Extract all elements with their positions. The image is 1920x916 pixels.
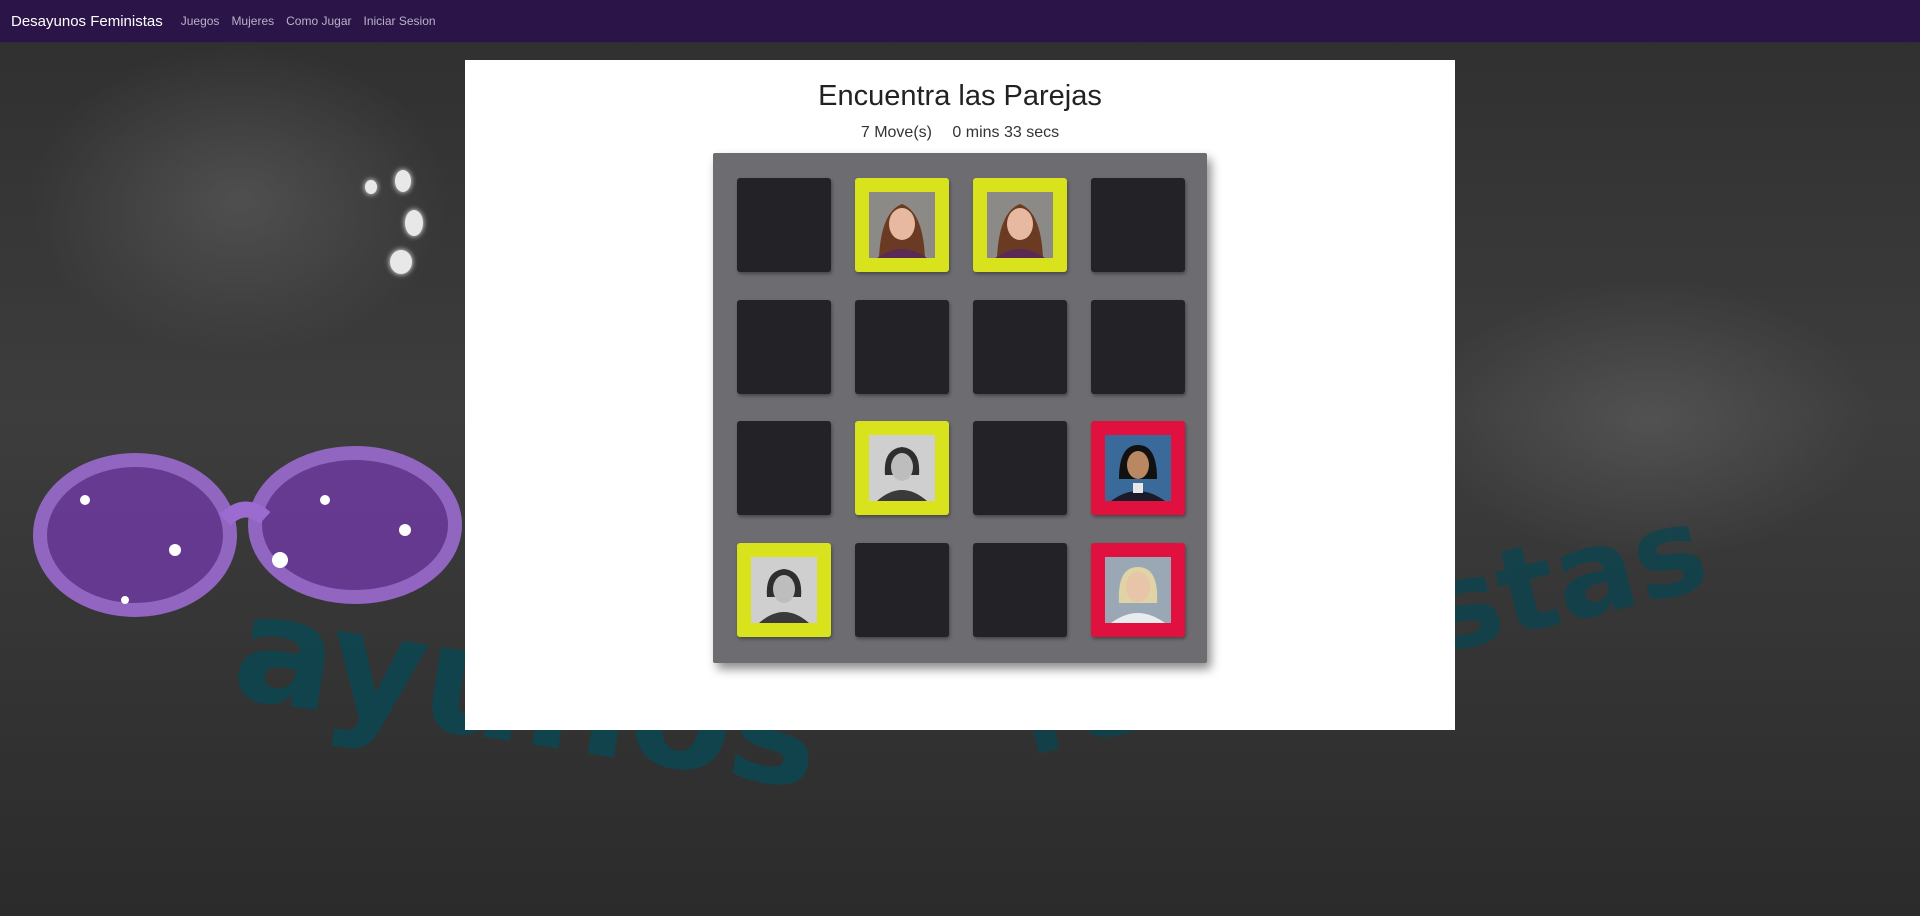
portrait-photo-woman-dark-hair bbox=[987, 192, 1053, 258]
memory-card[interactable] bbox=[973, 300, 1067, 394]
memory-card[interactable] bbox=[855, 300, 949, 394]
brand-link[interactable]: Desayunos Feministas bbox=[11, 13, 163, 30]
memory-card[interactable] bbox=[737, 421, 831, 515]
memory-card[interactable] bbox=[855, 543, 949, 637]
memory-card[interactable] bbox=[1091, 543, 1185, 637]
nav-link-iniciar-sesion[interactable]: Iniciar Sesion bbox=[364, 14, 436, 28]
card-board bbox=[713, 153, 1207, 663]
memory-card[interactable] bbox=[737, 300, 831, 394]
memory-card[interactable] bbox=[855, 421, 949, 515]
timer: 0 mins 33 secs bbox=[952, 124, 1060, 141]
game-panel: Encuentra las Parejas 7 Move(s) 0 mins 3… bbox=[465, 60, 1455, 730]
memory-card[interactable] bbox=[1091, 421, 1185, 515]
nav-link-juegos[interactable]: Juegos bbox=[181, 14, 220, 28]
portrait-photo-historic-woman bbox=[751, 557, 817, 623]
portrait-photo-woman-black-hair bbox=[1105, 435, 1171, 501]
nav-link-mujeres[interactable]: Mujeres bbox=[231, 14, 274, 28]
navbar: Desayunos Feministas Juegos Mujeres Como… bbox=[0, 0, 1920, 42]
page-title: Encuentra las Parejas bbox=[818, 80, 1102, 112]
portrait-photo-woman-dark-hair bbox=[869, 192, 935, 258]
memory-card[interactable] bbox=[1091, 300, 1185, 394]
memory-card[interactable] bbox=[737, 543, 831, 637]
portrait-photo-historic-woman bbox=[869, 435, 935, 501]
memory-card[interactable] bbox=[973, 421, 1067, 515]
portrait-photo-woman-blonde bbox=[1105, 557, 1171, 623]
moves-counter: 7 Move(s) bbox=[860, 124, 932, 141]
memory-card[interactable] bbox=[1091, 178, 1185, 272]
memory-card[interactable] bbox=[855, 178, 949, 272]
game-stats: 7 Move(s) 0 mins 33 secs bbox=[465, 124, 1455, 142]
nav-link-como-jugar[interactable]: Como Jugar bbox=[286, 14, 351, 28]
memory-card[interactable] bbox=[737, 178, 831, 272]
memory-card[interactable] bbox=[973, 178, 1067, 272]
memory-card[interactable] bbox=[973, 543, 1067, 637]
